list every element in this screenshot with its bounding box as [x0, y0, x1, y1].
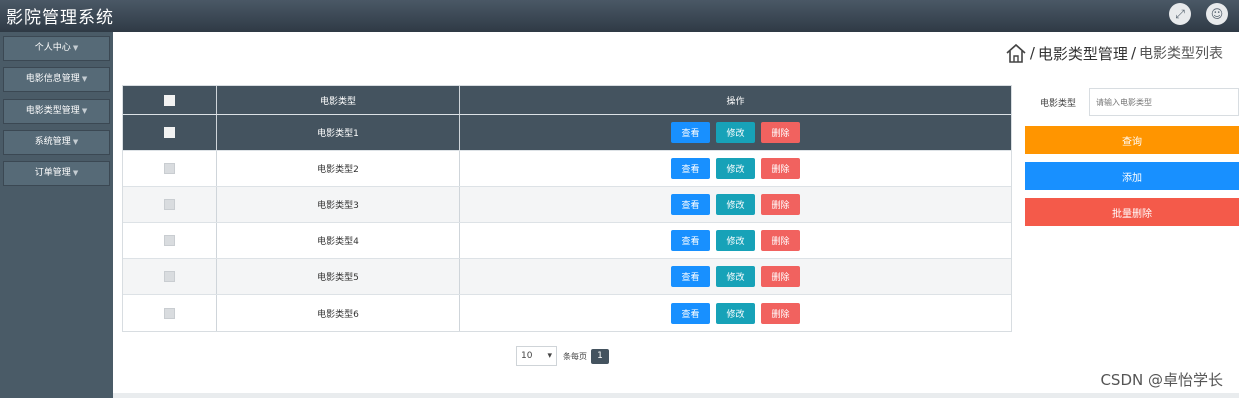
- delete-button[interactable]: 删除: [761, 122, 800, 143]
- home-icon[interactable]: [1005, 42, 1027, 64]
- view-button[interactable]: 查看: [671, 266, 710, 287]
- row-check-cell: [123, 223, 217, 258]
- cell-name: 电影类型5: [217, 259, 460, 294]
- cell-name: 电影类型2: [217, 151, 460, 186]
- row-checkbox[interactable]: [164, 199, 175, 210]
- sidebar-item-movie-info[interactable]: 电影信息管理 ▼: [3, 67, 110, 92]
- search-label: 电影类型: [1040, 99, 1077, 109]
- sidebar-item-system[interactable]: 系统管理 ▼: [3, 130, 110, 155]
- search-input[interactable]: [1089, 88, 1239, 116]
- cell-name: 电影类型6: [217, 295, 460, 331]
- cell-ops: 查看 修改 删除: [460, 151, 1011, 186]
- sidebar-item-personal-center[interactable]: 个人中心 ▼: [3, 36, 110, 61]
- breadcrumb-current: 电影类型列表: [1139, 46, 1223, 62]
- movie-type-table: 电影类型 操作 电影类型1 查看 修改 删除 电影类型2 查看 修改 删除 电影…: [122, 85, 1012, 332]
- edit-button[interactable]: 修改: [716, 266, 755, 287]
- delete-button[interactable]: 删除: [761, 266, 800, 287]
- row-check-cell: [123, 187, 217, 222]
- page-number[interactable]: 1: [591, 348, 609, 364]
- cell-ops: 查看 修改 删除: [460, 115, 1011, 150]
- page-size-value: 10: [521, 351, 533, 361]
- add-button[interactable]: 添加: [1025, 162, 1239, 190]
- cell-name: 电影类型1: [217, 115, 460, 150]
- column-header-name: 电影类型: [217, 86, 460, 114]
- view-button[interactable]: 查看: [671, 230, 710, 251]
- caret-down-icon: ▼: [81, 75, 88, 83]
- row-checkbox[interactable]: [164, 235, 175, 246]
- select-all-checkbox[interactable]: [164, 94, 175, 106]
- page-size-select[interactable]: 10 ▾: [516, 346, 557, 366]
- delete-button[interactable]: 删除: [761, 230, 800, 251]
- table-row: 电影类型5 查看 修改 删除: [123, 259, 1011, 295]
- row-check-cell: [123, 151, 217, 186]
- row-check-cell: [123, 295, 217, 331]
- chevron-down-icon: ▾: [547, 351, 552, 361]
- table-row: 电影类型2 查看 修改 删除: [123, 151, 1011, 187]
- table-row: 电影类型1 查看 修改 删除: [123, 115, 1011, 151]
- view-button[interactable]: 查看: [671, 158, 710, 179]
- delete-button[interactable]: 删除: [761, 158, 800, 179]
- breadcrumb-section[interactable]: 电影类型管理: [1038, 43, 1128, 64]
- edit-button[interactable]: 修改: [716, 158, 755, 179]
- sidebar-item-label: 系统管理: [34, 137, 71, 147]
- view-button[interactable]: 查看: [671, 194, 710, 215]
- cell-ops: 查看 修改 删除: [460, 223, 1011, 258]
- table-row: 电影类型4 查看 修改 删除: [123, 223, 1011, 259]
- pagination: 10 ▾ 条每页 1: [516, 346, 609, 366]
- table-row: 电影类型6 查看 修改 删除: [123, 295, 1011, 331]
- caret-down-icon: ▼: [72, 169, 79, 177]
- view-button[interactable]: 查看: [671, 302, 710, 324]
- sidebar-item-movie-type[interactable]: 电影类型管理 ▼: [3, 99, 110, 124]
- cell-name: 电影类型3: [217, 187, 460, 222]
- caret-down-icon: ▼: [72, 138, 79, 146]
- column-header-ops: 操作: [726, 96, 745, 107]
- cell-ops: 查看 修改 删除: [460, 295, 1011, 331]
- sidebar: 个人中心 ▼ 电影信息管理 ▼ 电影类型管理 ▼ 系统管理 ▼ 订单管理 ▼: [0, 32, 113, 398]
- expand-icon[interactable]: ⤢: [1169, 3, 1191, 25]
- edit-button[interactable]: 修改: [716, 302, 755, 324]
- delete-button[interactable]: 删除: [761, 302, 800, 324]
- breadcrumb-separator: /: [1130, 44, 1136, 62]
- bottom-strip: [113, 393, 1239, 398]
- cell-ops: 查看 修改 删除: [460, 259, 1011, 294]
- select-all-cell: [123, 86, 217, 114]
- caret-down-icon: ▼: [72, 44, 79, 52]
- row-checkbox[interactable]: [164, 127, 175, 138]
- cell-name: 电影类型4: [217, 223, 460, 258]
- table-header: 电影类型 操作: [123, 86, 1011, 115]
- per-page-label: 条每页: [563, 351, 587, 361]
- batch-delete-button[interactable]: 批量删除: [1025, 198, 1239, 226]
- sidebar-item-label: 订单管理: [34, 168, 71, 178]
- row-check-cell: [123, 115, 217, 150]
- caret-down-icon: ▼: [81, 107, 88, 115]
- row-checkbox[interactable]: [164, 307, 175, 319]
- view-button[interactable]: 查看: [671, 122, 710, 143]
- sidebar-item-label: 电影类型管理: [25, 106, 80, 116]
- query-button[interactable]: 查询: [1025, 126, 1239, 154]
- edit-button[interactable]: 修改: [716, 122, 755, 143]
- breadcrumb: / 电影类型管理 / 电影类型列表: [1005, 42, 1223, 64]
- delete-button[interactable]: 删除: [761, 194, 800, 215]
- breadcrumb-separator: /: [1029, 44, 1035, 62]
- watermark: CSDN @卓怡学长: [1100, 371, 1223, 389]
- user-icon[interactable]: ☺: [1206, 3, 1228, 25]
- edit-button[interactable]: 修改: [716, 230, 755, 251]
- row-checkbox[interactable]: [164, 163, 175, 174]
- sidebar-item-label: 电影信息管理: [25, 74, 80, 84]
- sidebar-item-label: 个人中心: [34, 43, 71, 53]
- app-title: 影院管理系统: [6, 8, 114, 28]
- cell-ops: 查看 修改 删除: [460, 187, 1011, 222]
- top-bar: 影院管理系统 ⤢ ☺: [0, 0, 1239, 32]
- table-row: 电影类型3 查看 修改 删除: [123, 187, 1011, 223]
- row-checkbox[interactable]: [164, 271, 175, 282]
- sidebar-item-orders[interactable]: 订单管理 ▼: [3, 161, 110, 186]
- row-check-cell: [123, 259, 217, 294]
- edit-button[interactable]: 修改: [716, 194, 755, 215]
